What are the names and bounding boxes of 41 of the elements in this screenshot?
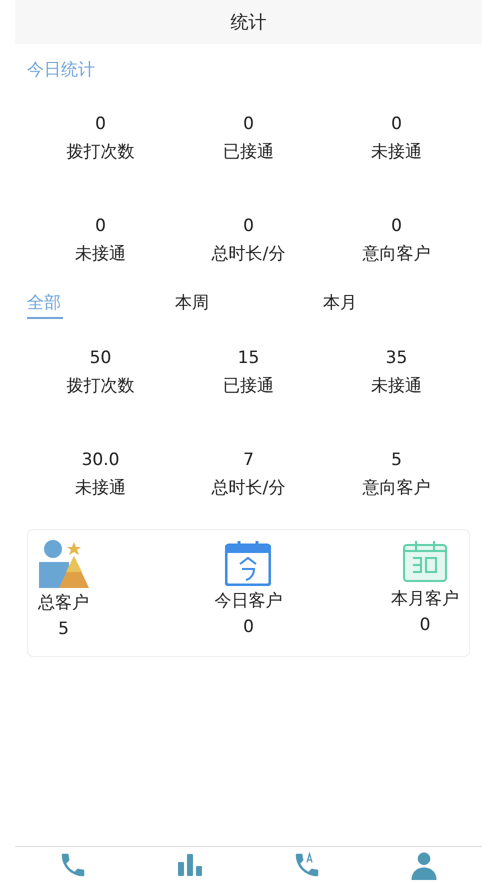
stat-value: 0 (243, 113, 254, 135)
stat-value: 5 (391, 449, 402, 471)
stat-value: 0 (391, 113, 402, 135)
nav-tab[interactable] (177, 854, 204, 876)
stat-label: 拨打次数 (66, 375, 134, 397)
customer-label: 本月客户 (390, 588, 459, 610)
stat-value: 0 (391, 215, 402, 237)
customer-count: 0 (420, 614, 430, 636)
stat-label: 意向客户 (362, 243, 430, 265)
bar-chart-icon (177, 854, 204, 876)
stat-value: 15 (238, 347, 260, 369)
page-title: 统计 (230, 11, 266, 34)
customer-label: 总客户 (38, 592, 89, 614)
stat-value: 0 (95, 113, 106, 135)
stat-label: 总时长/分 (212, 243, 286, 265)
section-title: 今日统计 (27, 59, 95, 81)
person-pyramid-icon (38, 540, 88, 588)
customer-label: 今日客户 (214, 590, 282, 612)
period-tab[interactable]: 本周 (175, 291, 323, 323)
nav-tab[interactable] (408, 850, 439, 880)
stat-label: 未接通 (371, 141, 422, 163)
customer-count: 5 (58, 618, 69, 640)
stat-value: 7 (243, 449, 254, 471)
stat-label: 总时长/分 (212, 477, 286, 499)
stat-label: 未接通 (371, 375, 422, 397)
stat-value: 50 (90, 347, 112, 369)
stat-value: 30.0 (82, 449, 120, 471)
stat-label: 已接通 (223, 141, 274, 163)
stat-label: 拨打次数 (66, 141, 134, 163)
calendar-icon (225, 540, 272, 586)
stat-label: 未接通 (75, 477, 126, 499)
calendar-icon (402, 540, 447, 584)
stat-label: 已接通 (223, 375, 274, 397)
stat-label: 未接通 (75, 243, 126, 265)
user-icon (408, 850, 439, 880)
customer-count: 0 (243, 616, 254, 638)
period-tab[interactable]: 本月 (323, 291, 471, 323)
stat-value: 0 (95, 215, 106, 237)
stat-value: 35 (386, 347, 408, 369)
stat-label: 意向客户 (362, 477, 430, 499)
stat-value: 0 (243, 215, 254, 237)
